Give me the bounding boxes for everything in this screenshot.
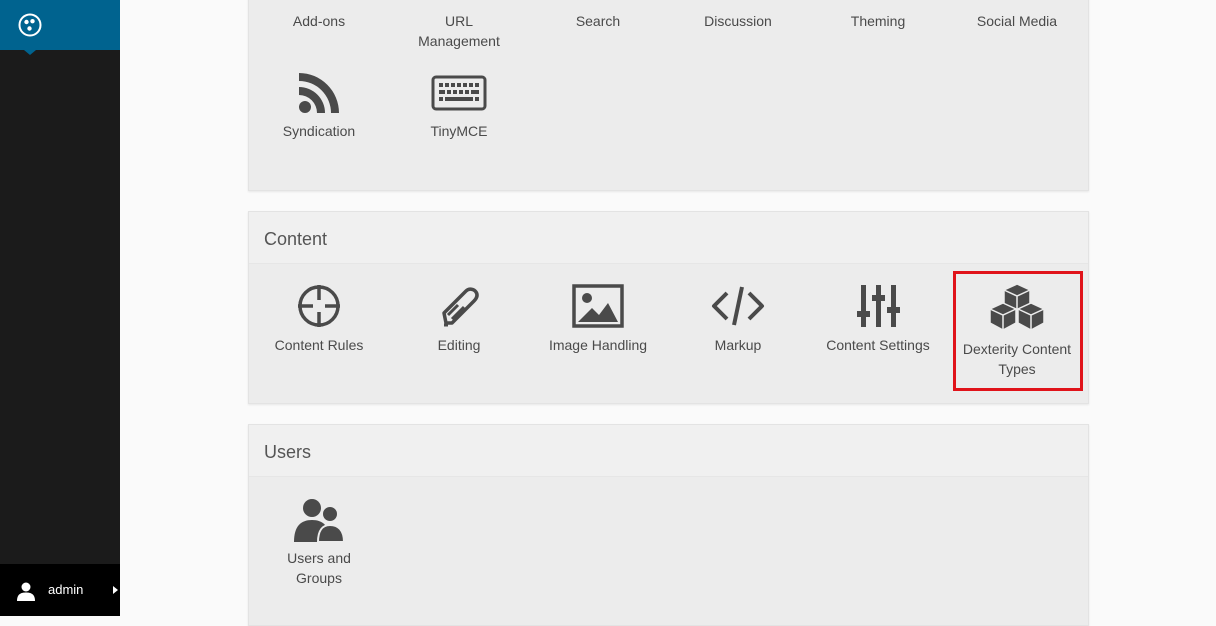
- control-panel-item-search[interactable]: Search: [528, 11, 668, 31]
- control-panel-item-addons[interactable]: Add-ons: [249, 11, 389, 31]
- control-panel-item-editing[interactable]: Editing: [389, 283, 529, 355]
- item-label: TinyMCE: [430, 123, 488, 139]
- toolbar-sidebar: admin: [0, 0, 120, 616]
- highlight-box: [953, 271, 1083, 391]
- image-icon: [572, 284, 624, 328]
- panel-header: Content: [249, 212, 1088, 264]
- item-label: Markup: [714, 337, 762, 353]
- item-label: Users and Groups: [287, 550, 351, 586]
- logo-notch: [24, 50, 36, 55]
- crosshair-icon: [298, 285, 340, 327]
- users-panel: Users Users and Groups: [248, 424, 1089, 626]
- control-panel-item-url-management[interactable]: URL Management: [389, 11, 529, 51]
- item-label: Content Rules: [274, 337, 364, 353]
- control-panel-item-content-rules[interactable]: Content Rules: [249, 283, 389, 355]
- item-label: Search: [575, 13, 621, 29]
- control-panel-item-discussion[interactable]: Discussion: [668, 11, 808, 31]
- sliders-icon: [857, 285, 900, 327]
- control-panel-item-social-media[interactable]: Social Media: [947, 11, 1087, 31]
- user-menu[interactable]: admin: [0, 564, 120, 616]
- code-icon: [712, 286, 764, 326]
- item-label: Image Handling: [548, 337, 648, 353]
- control-panel-item-content-settings[interactable]: Content Settings: [808, 283, 948, 355]
- user-icon: [17, 582, 35, 601]
- item-label: Add-ons: [292, 13, 346, 29]
- control-panel-item-syndication[interactable]: Syndication: [249, 71, 389, 141]
- item-label: URL Management: [418, 13, 500, 49]
- pencil-icon: [442, 287, 479, 327]
- item-label: Theming: [850, 13, 906, 29]
- rss-icon: [299, 73, 339, 113]
- plone-logo-button[interactable]: [0, 0, 120, 50]
- general-panel: Add-ons URL Management Search Discussion…: [248, 0, 1089, 191]
- panel-title: Content: [264, 229, 328, 249]
- caret-right-icon: [113, 586, 118, 594]
- plone-logo-icon: [18, 13, 42, 37]
- item-label: Syndication: [282, 123, 356, 139]
- item-label: Discussion: [704, 13, 772, 29]
- panel-title: Users: [264, 442, 312, 462]
- control-panel-item-image-handling[interactable]: Image Handling: [528, 283, 668, 355]
- control-panel-item-tinymce[interactable]: TinyMCE: [389, 71, 529, 141]
- item-label: Content Settings: [826, 337, 930, 353]
- control-panel-item-markup[interactable]: Markup: [668, 283, 808, 355]
- item-label: Social Media: [976, 13, 1058, 29]
- item-label: Editing: [437, 337, 481, 353]
- control-panel-item-users-and-groups[interactable]: Users and Groups: [249, 496, 389, 588]
- username: admin: [48, 582, 84, 597]
- panel-header: Users: [249, 425, 1088, 477]
- keyboard-icon: [431, 75, 487, 111]
- control-panel-item-theming[interactable]: Theming: [808, 11, 948, 31]
- users-icon: [294, 499, 346, 542]
